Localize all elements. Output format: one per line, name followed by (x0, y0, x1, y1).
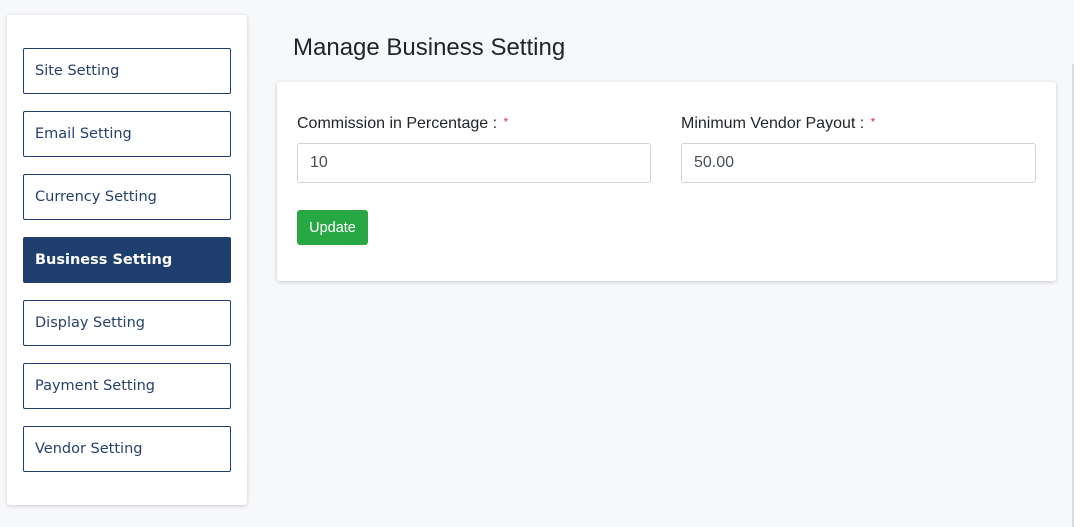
min-payout-label-text: Minimum Vendor Payout : (681, 115, 865, 132)
sidebar-item-email-setting[interactable]: Email Setting (23, 111, 231, 157)
sidebar-item-business-setting[interactable]: Business Setting (23, 237, 231, 283)
min-payout-label: Minimum Vendor Payout : * (681, 115, 1036, 133)
sidebar-item-label: Currency Setting (35, 189, 157, 205)
required-mark: * (503, 115, 509, 129)
sidebar-item-label: Business Setting (35, 252, 173, 268)
sidebar-item-label: Vendor Setting (35, 441, 143, 457)
sidebar-item-label: Payment Setting (35, 378, 156, 394)
sidebar-item-display-setting[interactable]: Display Setting (23, 300, 231, 346)
sidebar-item-label: Site Setting (35, 63, 120, 79)
commission-input[interactable] (297, 143, 651, 183)
required-mark: * (870, 115, 876, 129)
commission-field-group: Commission in Percentage : * (297, 115, 651, 183)
business-setting-card: Commission in Percentage : * Minimum Ven… (277, 82, 1056, 281)
page-title: Manage Business Setting (293, 34, 566, 61)
settings-page: Site Setting Email Setting Currency Sett… (0, 0, 1074, 527)
sidebar-item-label: Display Setting (35, 315, 145, 331)
min-payout-field-group: Minimum Vendor Payout : * (681, 115, 1036, 183)
sidebar-item-payment-setting[interactable]: Payment Setting (23, 363, 231, 409)
sidebar-item-site-setting[interactable]: Site Setting (23, 48, 231, 94)
commission-label: Commission in Percentage : * (297, 115, 651, 133)
commission-label-text: Commission in Percentage : (297, 115, 498, 132)
settings-sidebar: Site Setting Email Setting Currency Sett… (7, 15, 247, 505)
min-payout-input[interactable] (681, 143, 1036, 183)
update-button[interactable]: Update (297, 210, 368, 245)
sidebar-item-label: Email Setting (35, 126, 132, 142)
sidebar-item-currency-setting[interactable]: Currency Setting (23, 174, 231, 220)
sidebar-item-vendor-setting[interactable]: Vendor Setting (23, 426, 231, 472)
